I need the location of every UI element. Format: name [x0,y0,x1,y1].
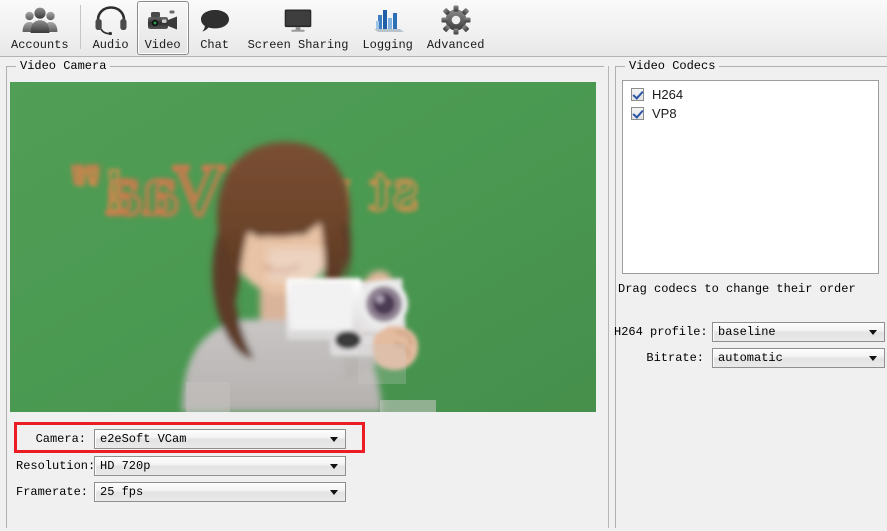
resolution-select-value: HD 720p [100,459,151,473]
resolution-label: Resolution: [16,459,96,473]
camera-select[interactable]: e2eSoft VCam [94,429,346,449]
main-toolbar: Accounts Audio Video Chat Screen Sharing… [0,0,887,57]
codec-checkbox[interactable] [631,88,644,101]
gear-icon [437,4,475,36]
bitrate-select-value: automatic [718,351,783,365]
h264-profile-select[interactable]: baseline [712,322,885,342]
camera-preview-image: st us "Vaa" !" "Vaa" [10,82,596,412]
toolbar-item-label: Audio [92,38,129,52]
toolbar-item-label: Advanced [426,38,485,52]
chevron-down-icon [330,490,338,495]
headset-icon [92,4,130,36]
toolbar-item-advanced[interactable]: Advanced [420,1,492,55]
toolbar-item-screen-sharing[interactable]: Screen Sharing [241,1,356,55]
h264-profile-row: H264 profile: baseline [614,322,885,342]
bar-chart-icon [369,4,407,36]
toolbar-item-audio[interactable]: Audio [85,1,137,55]
list-item[interactable]: VP8 [627,104,878,123]
camcorder-icon [144,4,182,36]
camera-label: Camera: [35,432,86,446]
codec-reorder-hint: Drag codecs to change their order [618,282,856,296]
codec-name: H264 [652,87,684,102]
framerate-select[interactable]: 25 fps [94,482,346,502]
toolbar-separator [79,5,81,49]
video-codecs-group-title: Video Codecs [625,59,720,73]
codec-list[interactable]: H264 VP8 [622,80,879,274]
camera-select-value: e2eSoft VCam [100,432,187,446]
codec-checkbox[interactable] [631,107,644,120]
toolbar-item-logging[interactable]: Logging [355,1,419,55]
toolbar-item-label: Accounts [11,38,69,52]
toolbar-item-accounts[interactable]: Accounts [4,1,76,55]
video-camera-group-title: Video Camera [16,59,111,73]
toolbar-item-label: Logging [362,38,413,52]
speech-bubble-icon [196,4,234,36]
toolbar-item-label: Chat [200,38,230,52]
bitrate-label: Bitrate: [646,351,704,365]
bitrate-select[interactable]: automatic [712,348,885,368]
accounts-icon [21,4,59,36]
resolution-select[interactable]: HD 720p [94,456,346,476]
h264-profile-label: H264 profile: [614,325,708,339]
toolbar-item-video[interactable]: Video [136,1,189,55]
toolbar-item-label: Video [144,38,181,52]
framerate-control-row: Framerate: 25 fps [16,482,346,502]
resolution-control-row: Resolution: HD 720p [16,456,346,476]
toolbar-item-chat[interactable]: Chat [189,1,241,55]
toolbar-item-label: Screen Sharing [247,38,349,52]
camera-preview: st us "Vaa" !" "Vaa" [10,82,596,412]
framerate-select-value: 25 fps [100,485,144,499]
h264-profile-select-value: baseline [718,325,776,339]
chevron-down-icon [869,356,877,361]
chevron-down-icon [869,330,877,335]
chevron-down-icon [330,464,338,469]
camera-control-row: Camera: e2eSoft VCam [16,429,346,449]
codec-name: VP8 [652,106,677,121]
bitrate-row: Bitrate: automatic [614,348,885,368]
panel-divider [608,66,609,528]
framerate-label: Framerate: [16,485,89,499]
chevron-down-icon [330,437,338,442]
monitor-icon [279,4,317,36]
list-item[interactable]: H264 [627,85,878,104]
